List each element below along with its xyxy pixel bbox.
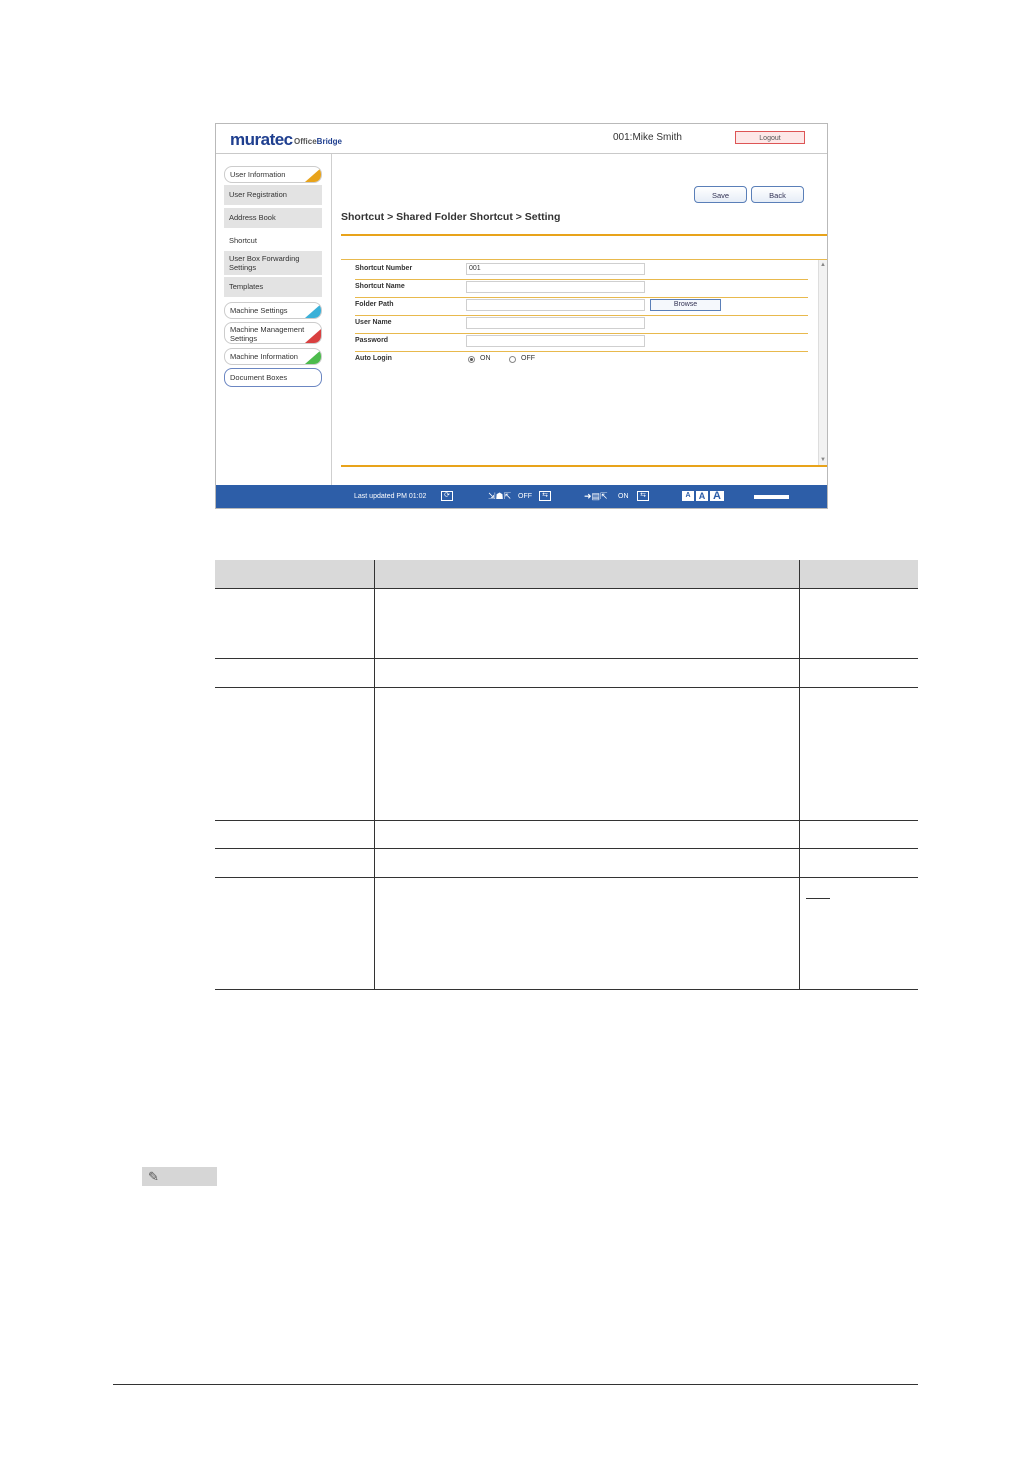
- breadcrumb: Shortcut > Shared Folder Shortcut > Sett…: [341, 211, 561, 223]
- red-corner-icon: [305, 329, 321, 343]
- header-bar: muratec OfficeBridge 001:Mike Smith Logo…: [216, 124, 827, 154]
- font-medium-button[interactable]: A: [695, 490, 709, 502]
- toggle-icon[interactable]: ⇆: [637, 491, 649, 501]
- progress-bar: [754, 495, 789, 499]
- back-button[interactable]: Back: [751, 186, 804, 203]
- logout-button[interactable]: Logout: [735, 131, 805, 144]
- save-button[interactable]: Save: [694, 186, 747, 203]
- status-bar: Last updated PM 01:02 ⟳ ⇲☗⇱ OFF ⇆ ➜▤⇱ ON…: [216, 485, 827, 508]
- logo-sub-bridge: Bridge: [316, 137, 343, 146]
- sidebar-item-label: Machine Settings: [230, 306, 288, 315]
- divider: [341, 465, 827, 467]
- table-header: [215, 560, 918, 589]
- sidebar: User Information User Registration Addre…: [216, 154, 332, 485]
- sidebar-item-label: User Information: [230, 170, 286, 179]
- sidebar-item-user-box-forwarding-settings[interactable]: User Box Forwarding Settings: [224, 251, 322, 275]
- shortcut-name-label: Shortcut Name: [355, 283, 405, 290]
- sidebar-item-user-registration[interactable]: User Registration: [224, 185, 322, 205]
- table-column-divider: [799, 560, 800, 990]
- table-row-divider: [215, 588, 918, 589]
- main-panel: Save Back Shortcut > Shared Folder Short…: [332, 154, 827, 485]
- user-name-label: User Name: [355, 319, 392, 326]
- sidebar-item-label: User Box Forwarding Settings: [229, 254, 300, 272]
- blue-corner-icon: [305, 304, 321, 318]
- scroll-down-icon[interactable]: ▼: [820, 457, 826, 463]
- sidebar-item-label: Machine Management Settings: [230, 325, 305, 343]
- sidebar-item-label: Document Boxes: [230, 373, 288, 382]
- auto-login-off-radio[interactable]: [509, 356, 516, 363]
- muratec-logo: muratec: [230, 130, 293, 149]
- shortcut-number-label: Shortcut Number: [355, 265, 413, 272]
- toggle-icon[interactable]: ⇆: [539, 491, 551, 501]
- form-row-auto-login: Auto Login ON OFF: [355, 351, 808, 369]
- sidebar-item-user-information[interactable]: User Information: [224, 166, 322, 183]
- password-label: Password: [355, 337, 389, 344]
- sidebar-item-label: User Registration: [229, 190, 287, 199]
- officebridge-logo: OfficeBridge: [294, 137, 342, 146]
- divider: [341, 234, 827, 236]
- table-column-divider: [374, 560, 375, 990]
- folder-path-input[interactable]: [466, 299, 645, 311]
- refresh-icon[interactable]: ⟳: [441, 491, 453, 501]
- form-row-shortcut-name: Shortcut Name: [355, 279, 808, 298]
- sidebar-item-label: Machine Information: [230, 352, 298, 361]
- sidebar-item-machine-settings[interactable]: Machine Settings: [224, 302, 322, 319]
- screenshot-window: muratec OfficeBridge 001:Mike Smith Logo…: [215, 123, 828, 509]
- sidebar-item-label: Templates: [229, 282, 264, 291]
- table-row-divider: [215, 848, 918, 849]
- sidebar-item-shortcut[interactable]: Shortcut: [224, 231, 322, 251]
- footer-rule: [113, 1384, 918, 1385]
- logo-sub-office: Office: [294, 137, 317, 146]
- sidebar-item-document-boxes[interactable]: Document Boxes: [224, 368, 322, 387]
- current-user: 001:Mike Smith: [613, 132, 682, 143]
- person-arrows-icon: ⇲☗⇱: [488, 491, 512, 501]
- auto-login-off-label: OFF: [521, 355, 535, 362]
- table-row-divider: [215, 687, 918, 688]
- pencil-note-icon: ✎: [148, 1169, 159, 1184]
- toggle1-state: OFF: [518, 493, 532, 500]
- table-row-divider: [215, 877, 918, 878]
- form-row-password: Password: [355, 333, 808, 352]
- shortcut-number-input[interactable]: 001: [466, 263, 645, 275]
- sidebar-item-machine-information[interactable]: Machine Information: [224, 348, 322, 365]
- folder-path-label: Folder Path: [355, 301, 394, 308]
- last-updated-text: Last updated PM 01:02: [354, 493, 427, 500]
- orange-corner-icon: [305, 168, 321, 182]
- auto-login-label: Auto Login: [355, 355, 392, 362]
- table-row-divider: [215, 658, 918, 659]
- browse-button[interactable]: Browse: [650, 299, 721, 311]
- sidebar-item-machine-management-settings[interactable]: Machine Management Settings: [224, 322, 322, 344]
- scrollbar[interactable]: ▲ ▼: [818, 260, 827, 465]
- font-large-button[interactable]: A: [709, 490, 725, 502]
- password-input[interactable]: [466, 335, 645, 347]
- shortcut-name-input[interactable]: [466, 281, 645, 293]
- sidebar-item-templates[interactable]: Templates: [224, 277, 322, 297]
- form-row-folder-path: Folder Path Browse: [355, 297, 808, 316]
- sidebar-item-label: Shortcut: [229, 236, 257, 245]
- form-row-user-name: User Name: [355, 315, 808, 334]
- auto-login-on-radio[interactable]: [468, 356, 475, 363]
- sidebar-item-address-book[interactable]: Address Book: [224, 208, 322, 228]
- user-name-input[interactable]: [466, 317, 645, 329]
- toggle2-state: ON: [618, 493, 629, 500]
- table-underline-mark: [806, 898, 830, 899]
- font-small-button[interactable]: A: [681, 490, 695, 502]
- machine-arrow-icon: ➜▤⇱: [584, 491, 608, 501]
- table-row-divider: [215, 989, 918, 990]
- table-row-divider: [215, 820, 918, 821]
- form-row-shortcut-number: Shortcut Number 001: [355, 261, 808, 280]
- green-corner-icon: [305, 350, 321, 364]
- note-header: ✎: [142, 1167, 217, 1186]
- divider: [341, 259, 827, 260]
- sidebar-item-label: Address Book: [229, 213, 276, 222]
- scroll-up-icon[interactable]: ▲: [820, 262, 826, 268]
- auto-login-on-label: ON: [480, 355, 491, 362]
